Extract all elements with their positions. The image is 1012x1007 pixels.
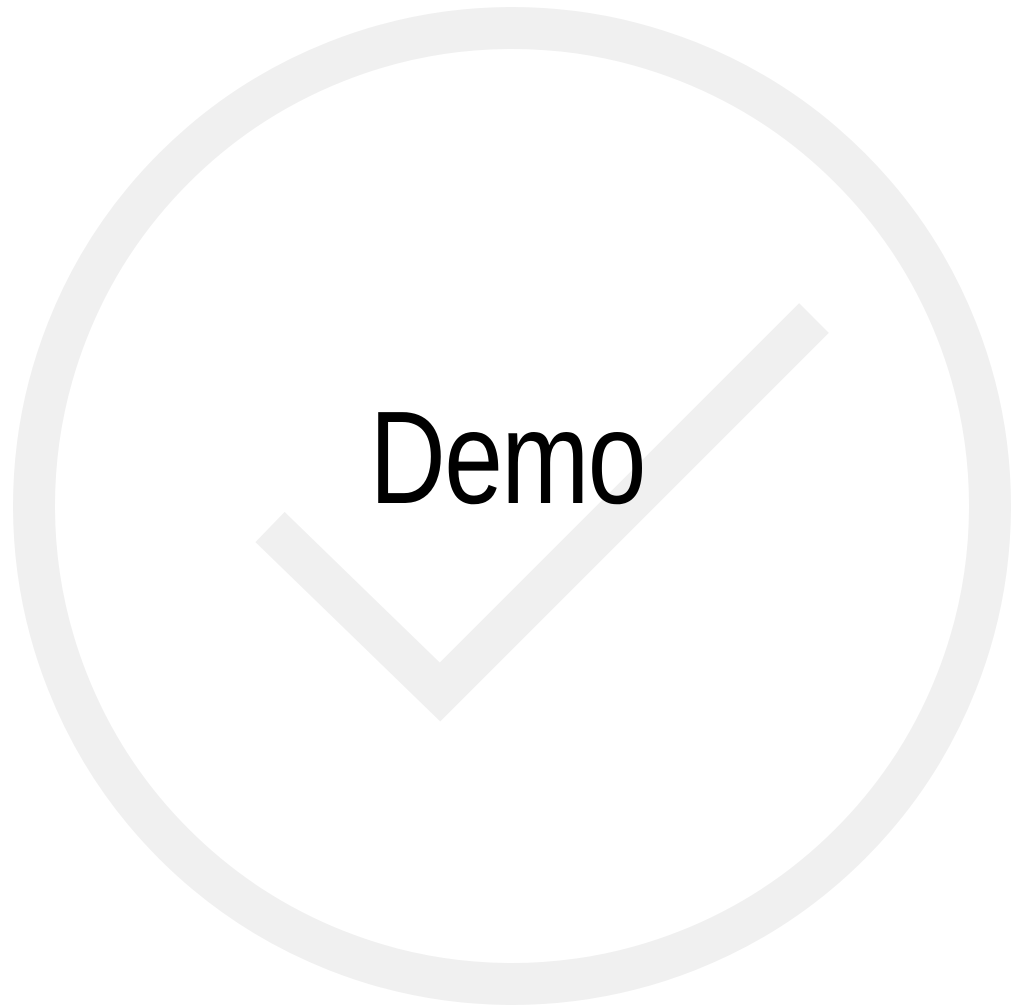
demo-label: Demo	[369, 384, 647, 531]
demo-badge: Demo	[0, 0, 1012, 1007]
